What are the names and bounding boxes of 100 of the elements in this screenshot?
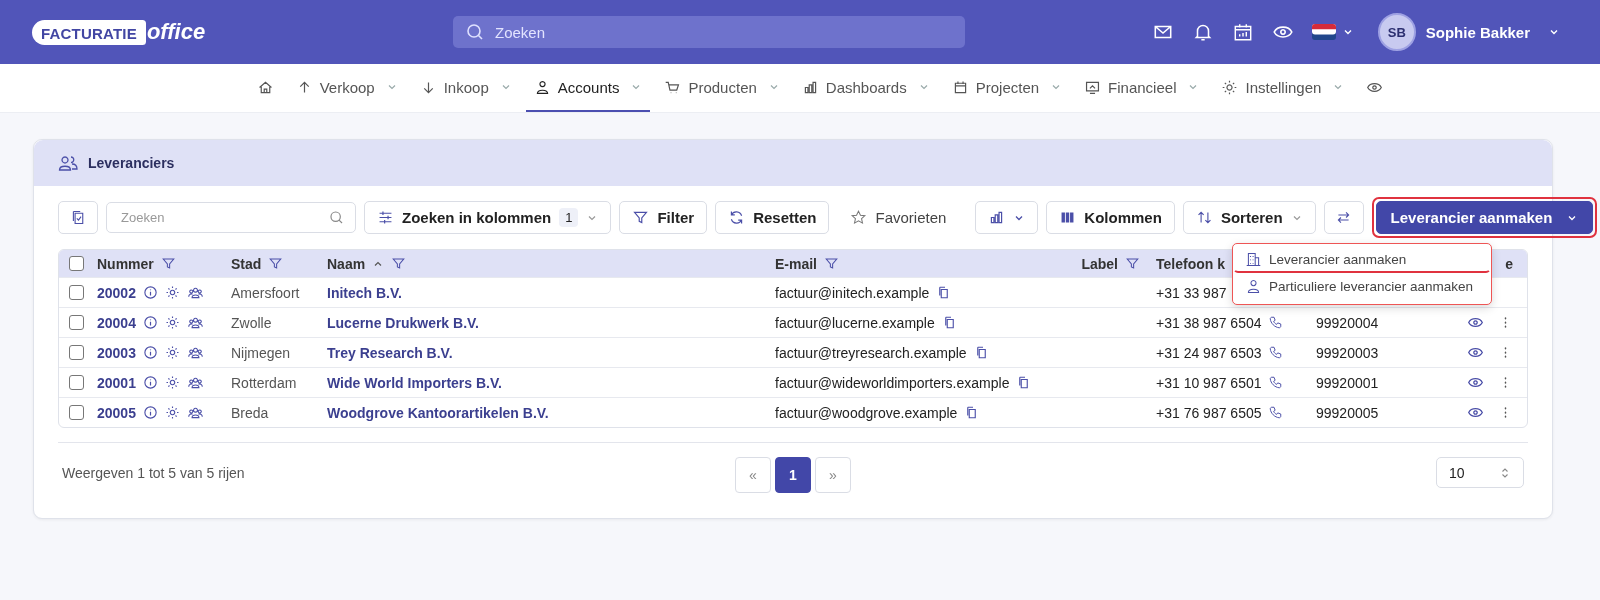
column-header[interactable]: Stad	[231, 255, 262, 272]
row-checkbox[interactable]	[69, 285, 84, 300]
menu-tab[interactable]: Projecten	[943, 64, 1071, 112]
settings-icon	[1221, 78, 1239, 96]
phone-text: +31 24 987 6503	[1156, 344, 1262, 361]
filter-button[interactable]: Filter	[619, 201, 708, 234]
results-summary: Weergeven 1 tot 5 van 5 rijen	[62, 464, 245, 481]
next-page-button[interactable]: »	[815, 457, 851, 493]
column-header[interactable]: Nummer	[97, 255, 154, 272]
filter-icon[interactable]	[1125, 256, 1140, 271]
menu-tab[interactable]: Dashboards	[793, 64, 938, 112]
reset-button[interactable]: Resetten	[715, 201, 830, 234]
logo-suffix: office	[146, 19, 206, 45]
city-text: Amersfoort	[231, 284, 300, 301]
menu-item[interactable]: Leverancier aanmaken	[1233, 246, 1491, 273]
card-title: Leveranciers	[88, 155, 175, 171]
row-checkbox[interactable]	[69, 315, 84, 330]
email-text: factuur@lucerne.example	[775, 314, 935, 331]
filter-icon[interactable]	[268, 256, 284, 271]
phone-icon[interactable]	[1267, 405, 1283, 420]
info-icon[interactable]	[142, 285, 158, 300]
search-field[interactable]: Zoeken	[453, 16, 965, 48]
menu-tab[interactable]: Inkoop	[411, 64, 520, 112]
info-icon[interactable]	[142, 375, 158, 390]
phone-text: +31 76 987 6505	[1156, 404, 1262, 421]
phone-icon[interactable]	[1267, 345, 1283, 360]
create-supplier-button[interactable]: Leverancier aanmaken	[1375, 201, 1594, 234]
settings-icon[interactable]	[164, 315, 180, 330]
filter-icon[interactable]	[824, 256, 839, 271]
row-checkbox[interactable]	[69, 375, 84, 390]
menu-tab[interactable]: Financieel	[1076, 64, 1208, 112]
row-checkbox[interactable]	[69, 405, 84, 420]
settings-icon[interactable]	[164, 285, 180, 300]
star-icon	[850, 209, 868, 226]
user-avatar[interactable]: SB	[1377, 13, 1416, 51]
supplier-name-link[interactable]: Trey Research B.V.	[327, 344, 453, 361]
sliders-icon	[377, 209, 394, 226]
column-header[interactable]: Label	[1081, 255, 1118, 272]
info-icon[interactable]	[142, 315, 158, 330]
filter-icon	[632, 209, 650, 226]
column-header[interactable]: e	[1505, 255, 1513, 272]
page-button[interactable]: 1	[775, 457, 811, 493]
code-text: 99920003	[1316, 344, 1379, 361]
phone-text: +31 38 987 6504	[1156, 314, 1262, 331]
supplier-number-link[interactable]: 20005	[97, 404, 136, 421]
copy-button[interactable]	[58, 201, 98, 234]
users-icon	[58, 153, 78, 173]
city-text: Zwolle	[231, 314, 272, 331]
city-text: Rotterdam	[231, 374, 297, 391]
supplier-number-link[interactable]: 20002	[97, 284, 136, 301]
settings-icon[interactable]	[164, 375, 180, 390]
up-down-caret-icon	[1499, 466, 1511, 479]
user-name[interactable]: Sophie Bakker	[1425, 23, 1530, 41]
phone-icon[interactable]	[1267, 375, 1283, 390]
code-text: 99920005	[1316, 404, 1379, 421]
supplier-number-link[interactable]: 20003	[97, 344, 136, 361]
info-icon[interactable]	[142, 345, 158, 360]
search-icon	[328, 209, 345, 226]
menu-item[interactable]: Particuliere leverancier aanmaken	[1233, 273, 1491, 300]
select-all-checkbox[interactable]	[69, 256, 84, 271]
column-header[interactable]: Telefoon k	[1156, 255, 1225, 272]
code-text: 99920001	[1316, 374, 1379, 391]
supplier-number-link[interactable]: 20004	[97, 314, 136, 331]
page-size-select[interactable]: 10	[1436, 457, 1524, 488]
sort-button[interactable]: Sorteren	[1182, 201, 1316, 234]
supplier-number-link[interactable]: 20001	[97, 374, 136, 391]
menu-tab[interactable]: Producten	[656, 64, 788, 112]
search-field[interactable]: Zoeken	[106, 202, 356, 233]
user-icon	[1245, 278, 1262, 295]
column-header[interactable]: E-mail	[775, 255, 817, 272]
previous-page-button[interactable]: «	[735, 457, 771, 493]
email-text: factuur@woodgrove.example	[775, 404, 958, 421]
supplier-name-link[interactable]: Lucerne Drukwerk B.V.	[327, 314, 479, 331]
email-text: factuur@initech.example	[775, 284, 930, 301]
column-header[interactable]: Naam	[327, 255, 366, 272]
menu-tab[interactable]: Instellingen	[1213, 64, 1353, 112]
search-input[interactable]: Zoeken	[493, 22, 953, 42]
supplier-name-link[interactable]: Woodgrove Kantoorartikelen B.V.	[327, 404, 549, 421]
search-icon	[465, 22, 485, 42]
settings-icon[interactable]	[164, 345, 180, 360]
phone-icon[interactable]	[1267, 315, 1283, 330]
city-text: Breda	[231, 404, 269, 421]
menu-tab[interactable]: Accounts	[525, 64, 651, 112]
settings-icon[interactable]	[164, 405, 180, 420]
flag-icon[interactable]	[1311, 24, 1336, 40]
info-icon[interactable]	[142, 405, 158, 420]
columns-button[interactable]: Kolommen	[1046, 201, 1175, 234]
email-text: factuur@wideworldimporters.example	[775, 374, 1010, 391]
supplier-name-link[interactable]: Wide World Importers B.V.	[327, 374, 502, 391]
building-icon	[1245, 251, 1262, 268]
column-search-button[interactable]: Zoeken in kolommen 1	[364, 201, 612, 234]
row-checkbox[interactable]	[69, 345, 84, 360]
chart-button[interactable]	[975, 201, 1039, 234]
filter-icon[interactable]	[391, 256, 407, 271]
city-text: Nijmegen	[231, 344, 291, 361]
code-text: 99920004	[1316, 314, 1379, 331]
supplier-name-link[interactable]: Initech B.V.	[327, 284, 402, 301]
filter-icon[interactable]	[160, 256, 176, 271]
phone-text: +31 33 987	[1156, 284, 1227, 301]
menu-tab[interactable]: Verkoop	[287, 64, 406, 112]
